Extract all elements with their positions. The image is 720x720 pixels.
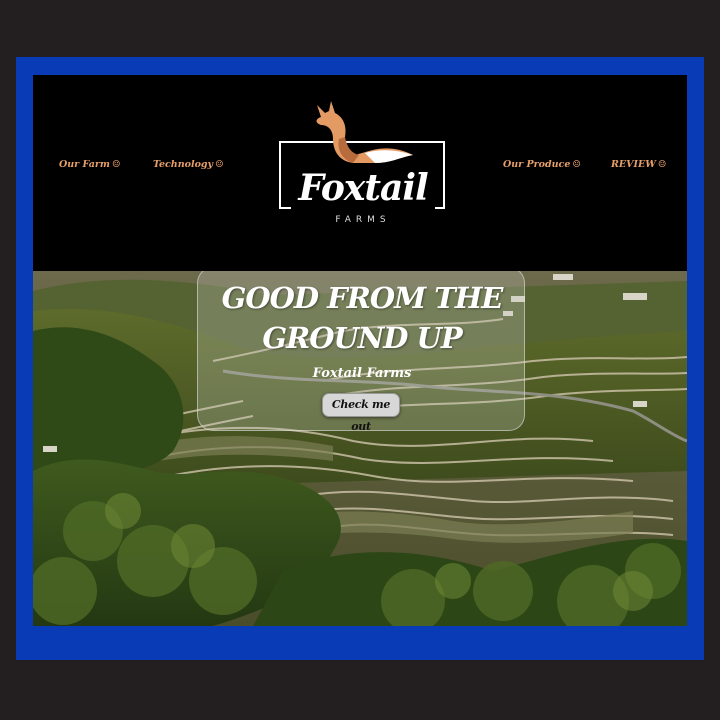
smiley-icon: ☺ — [572, 159, 581, 170]
fox-icon — [316, 101, 413, 163]
check-me-out-button[interactable]: Check me out — [322, 393, 400, 433]
hero-title-line-1: GOOD FROM THE — [221, 281, 504, 315]
website: Our Farm ☺ Technology ☺ Foxtail FARMS Our … — [33, 75, 687, 626]
hero-section: GOOD FROM THE GROUND UP Foxtail Farms Ch… — [33, 271, 687, 626]
smiley-icon: ☺ — [215, 159, 224, 170]
smiley-icon: ☺ — [657, 159, 667, 170]
nav-our-farm[interactable]: Our Farm ☺ — [59, 159, 120, 170]
hero-subtitle: Foxtail Farms — [312, 366, 412, 381]
nav-our-farm-label: Our Farm — [59, 159, 110, 170]
nav-technology-label: Technology — [153, 159, 214, 170]
logo-name: Foxtail — [298, 167, 428, 209]
nav-review-label: REVIEW — [611, 159, 656, 170]
logo-subtitle: FARMS — [335, 215, 391, 225]
nav-review[interactable]: REVIEW ☺ — [611, 159, 666, 170]
nav-our-produce[interactable]: Our Produce ☺ — [503, 159, 581, 170]
site-header: Our Farm ☺ Technology ☺ Foxtail FARMS Our … — [33, 75, 687, 271]
smiley-icon: ☺ — [111, 159, 121, 170]
hero-title-line-2: GROUND UP — [262, 321, 462, 355]
foxtail-farms-logo[interactable]: Foxtail FARMS — [269, 95, 451, 235]
nav-our-produce-label: Our Produce — [503, 159, 571, 170]
hero-card: GOOD FROM THE GROUND UP Foxtail Farms Ch… — [197, 271, 526, 433]
hero-title: GOOD FROM THE GROUND UP — [198, 278, 526, 358]
nav-technology[interactable]: Technology ☺ — [153, 159, 224, 170]
